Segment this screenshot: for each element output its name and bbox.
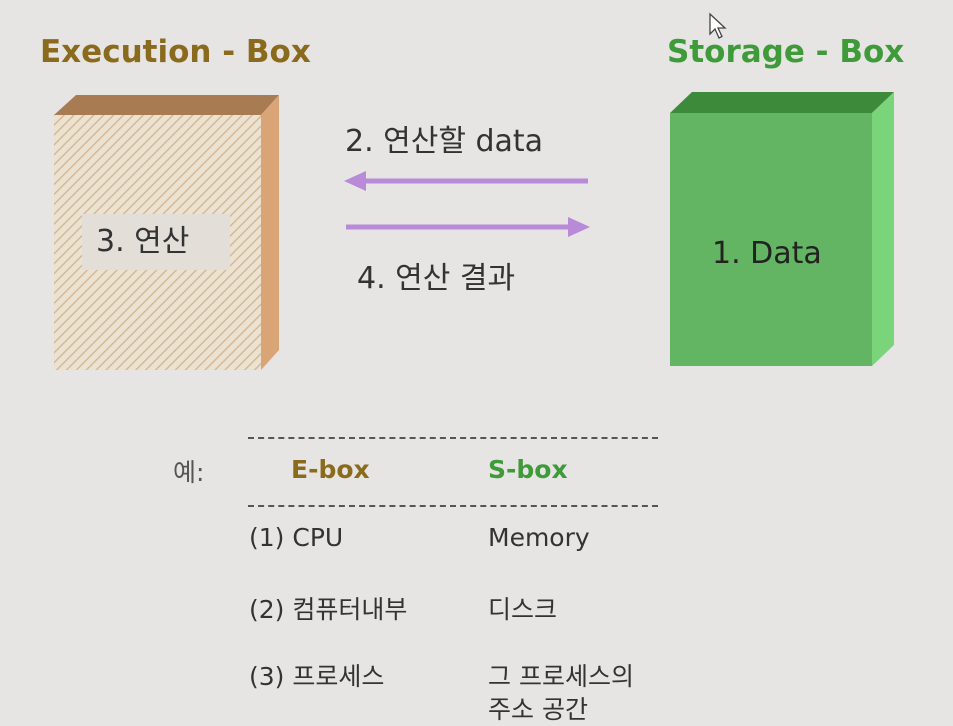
execution-box-side-face (261, 95, 279, 370)
arrow-to-storage-label: 4. 연산 결과 (357, 261, 516, 296)
ebox-column-header: E-box (291, 455, 370, 484)
table-header-divider (248, 505, 658, 507)
example-row-3-sbox: 그 프로세스의 (488, 662, 634, 691)
storage-box-top-face (670, 92, 894, 113)
execution-box-label: 3. 연산 (82, 214, 230, 270)
storage-box (670, 92, 894, 366)
sbox-column-header: S-box (488, 455, 568, 484)
box-diagram (54, 92, 894, 370)
arrow-to-execution-label: 2. 연산할 data (345, 124, 544, 159)
table-top-divider (248, 437, 658, 439)
arrow-to-execution (344, 171, 588, 191)
storage-box-label: 1. Data (712, 236, 822, 271)
example-row-1-ebox: (1) CPU (249, 523, 344, 552)
arrow-to-storage (346, 217, 590, 237)
example-row-2-ebox: (2) 컴퓨터내부 (249, 595, 408, 624)
example-row-2-sbox: 디스크 (488, 595, 558, 624)
example-row-1-sbox: Memory (488, 523, 590, 552)
execution-box-top-face (54, 95, 279, 115)
example-prefix: 예: (173, 458, 205, 487)
example-row-3-ebox: (3) 프로세스 (249, 662, 385, 691)
storage-box-side-face (872, 92, 894, 366)
mouse-pointer-icon (709, 12, 727, 39)
